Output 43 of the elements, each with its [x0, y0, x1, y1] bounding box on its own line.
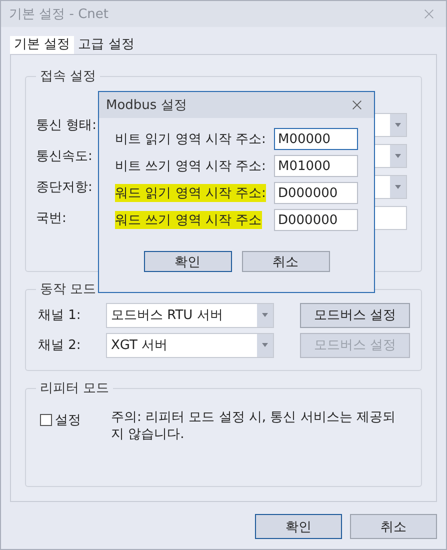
tab[interactable]: 기본 설정 — [10, 36, 74, 54]
caret-icon — [262, 343, 268, 347]
field-label: 통신 형태: — [36, 117, 98, 134]
caret-icon — [395, 123, 401, 127]
dialog-title: Modbus 설정 — [106, 97, 187, 114]
dropdown-button[interactable] — [390, 114, 406, 136]
field-label: 통신속도: — [36, 148, 94, 165]
field-label: 종단저항: — [36, 179, 94, 196]
field-label: 워드 읽기 영역 시작 주소: — [115, 184, 266, 202]
input-field[interactable]: D000000 — [274, 182, 358, 204]
field-label: 국번: — [36, 210, 68, 227]
caret-icon — [395, 154, 401, 158]
ok-button[interactable]: 확인 — [255, 514, 342, 539]
field-label: 비트 읽기 영역 시작 주소: — [115, 131, 266, 148]
field-label: 비트 쓰기 영역 시작 주소: — [115, 158, 266, 175]
dropdown-button[interactable] — [390, 145, 406, 167]
input-field[interactable]: M01000 — [274, 155, 358, 177]
caret-icon — [262, 313, 268, 317]
checkbox[interactable] — [40, 414, 52, 426]
group-title: 리피터 모드 — [39, 380, 110, 397]
group-title: 동작 모드 — [39, 281, 98, 298]
input-field[interactable]: M00000 — [274, 128, 358, 150]
dropdown-value: 모드버스 RTU 서버 — [111, 307, 223, 324]
dropdown[interactable]: 모드버스 RTU 서버 — [106, 302, 274, 328]
dropdown-button[interactable] — [257, 334, 273, 356]
checkbox-label[interactable]: 설정 — [55, 411, 81, 429]
close-icon[interactable] — [352, 100, 362, 110]
window-title: 기본 설정 - Cnet — [9, 6, 108, 23]
group-title: 접속 설정 — [39, 68, 98, 85]
dropdown-value: XGT 서버 — [111, 337, 168, 354]
caret-icon — [395, 185, 401, 189]
field-label: 채널 2: — [37, 337, 82, 354]
field-label: 채널 1: — [37, 307, 82, 324]
dropdown-button[interactable] — [390, 176, 406, 198]
cancel-button[interactable]: 취소 — [350, 514, 437, 539]
input-field[interactable]: D000000 — [274, 209, 358, 231]
dropdown-button[interactable] — [257, 304, 273, 326]
field-label: 워드 쓰기 영역 시작 주소 — [115, 211, 262, 229]
note-text: 주의: 리피터 모드 설정 시, 통신 서비스는 제공되지 않습니다. — [111, 409, 396, 443]
modbus-settings-button[interactable]: 모드버스 설정 — [300, 302, 410, 328]
ok-button[interactable]: 확인 — [144, 251, 232, 272]
tab[interactable]: 고급 설정 — [74, 36, 138, 54]
cancel-button[interactable]: 취소 — [242, 251, 330, 272]
